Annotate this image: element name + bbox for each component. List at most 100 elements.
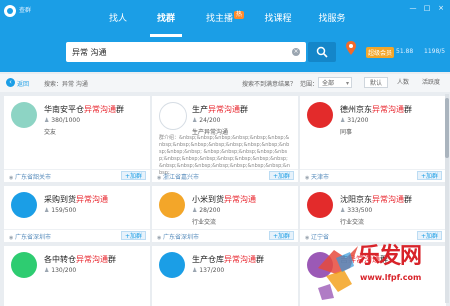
card-footer: 天津市 +加群 <box>300 169 446 182</box>
group-name[interactable]: 采购到货异常沟通 <box>44 194 108 205</box>
member-count: 159/500 <box>44 207 76 214</box>
join-group-button[interactable]: +加群 <box>268 231 294 240</box>
location-pin-icon <box>346 41 356 55</box>
group-name[interactable]: 德州京东异常沟通群 <box>340 104 412 115</box>
vip-badge: 超级会员 <box>366 47 395 58</box>
group-name-prefix: 采购到货 <box>44 195 76 204</box>
hot-badge: 热 <box>234 11 245 19</box>
group-location: 广东省深圳市 <box>157 232 199 241</box>
app-logo-icon <box>4 5 16 17</box>
card-footer: 浙江省嘉兴市 +加群 <box>152 169 298 182</box>
group-name-highlight: 异常沟通 <box>76 255 108 264</box>
group-location: 天津市 <box>305 172 329 181</box>
search-button[interactable] <box>308 42 336 62</box>
back-link[interactable]: 返回 <box>17 79 29 88</box>
member-count: 380/1000 <box>44 117 80 124</box>
group-location: 广东省韶关市 <box>9 172 51 181</box>
sort-members[interactable]: 人数 <box>392 77 414 88</box>
join-group-button[interactable]: +加群 <box>120 231 146 240</box>
group-name-highlight: 异常沟通 <box>372 105 404 114</box>
group-card[interactable]: 德州京东异常沟通群 31/200 同事天津市 +加群 <box>300 96 446 182</box>
search-icon <box>316 46 328 58</box>
tab-find-groups[interactable]: 找群 <box>148 9 184 29</box>
group-avatar <box>11 192 37 218</box>
group-name-highlight: 异常沟通 <box>372 195 404 204</box>
card-footer: 广东省深圳市 +加群 <box>152 229 298 242</box>
sort-default[interactable]: 默认 <box>364 77 388 88</box>
member-count: 28/200 <box>192 207 220 214</box>
tab-label: 找人 <box>108 14 127 24</box>
group-name-suffix: 群 <box>108 255 116 264</box>
back-arrow-icon[interactable]: ‹ <box>6 78 15 87</box>
join-group-button[interactable]: +加群 <box>416 171 442 180</box>
group-name-prefix: 各中转仓 <box>44 255 76 264</box>
group-name-highlight: 异常沟通 <box>84 105 116 114</box>
group-tag: 交友 <box>44 129 57 136</box>
tab-find-people[interactable]: 找人 <box>98 9 138 29</box>
group-name[interactable]: 华南安平仓异常沟通群 <box>44 104 124 115</box>
group-location: 浙江省嘉兴市 <box>157 172 199 181</box>
range-select[interactable]: 全部 ▾ <box>318 77 352 88</box>
group-name-suffix: 群 <box>404 195 412 204</box>
group-avatar <box>11 252 37 278</box>
join-group-button[interactable]: +加群 <box>268 171 294 180</box>
group-name-suffix: 群 <box>240 105 248 114</box>
group-card[interactable]: 生产异常沟通群24/200生产异常沟通群介绍：&nbsp;&nbsp;&nbsp… <box>152 96 298 182</box>
group-tag: 行业交流 <box>340 219 365 226</box>
group-name-prefix: 华南安平仓 <box>44 105 84 114</box>
group-card[interactable]: 生产仓库异常沟通群 137/200 <box>152 246 298 306</box>
group-location: 广东省深圳市 <box>9 232 51 241</box>
tab-label: 找主播 <box>205 14 233 24</box>
member-count: 137/200 <box>192 267 224 274</box>
member-count: 31/200 <box>340 117 368 124</box>
group-name-suffix: 群 <box>256 255 264 264</box>
minimize-button[interactable]: — <box>408 4 418 12</box>
group-card[interactable]: 小米到货异常沟通 28/200 行业交流广东省深圳市 +加群 <box>152 186 298 242</box>
range-label: 范围： <box>300 81 319 88</box>
user-nickname[interactable]: 51.88 <box>396 48 413 55</box>
maximize-button[interactable]: □ <box>422 4 432 12</box>
group-avatar <box>11 102 37 128</box>
join-group-button[interactable]: +加群 <box>120 171 146 180</box>
group-name-highlight: 异常沟通 <box>224 195 256 204</box>
app-title: 查群 <box>19 7 32 14</box>
group-name[interactable]: 小米到货异常沟通 <box>192 194 256 205</box>
group-name[interactable]: 沈阳京东异常沟通群 <box>340 194 412 205</box>
group-name[interactable]: 生产异常沟通群 <box>192 104 248 115</box>
group-name-highlight: 异常沟通 <box>224 255 256 264</box>
tab-label: 找课程 <box>264 14 292 24</box>
tab-label: 找服务 <box>318 14 346 24</box>
group-name[interactable]: 各中转仓异常沟通群 <box>44 254 116 265</box>
group-card[interactable]: 采购到货异常沟通159/500广东省深圳市+加群 <box>4 186 150 242</box>
tab-find-courses[interactable]: 找课程 <box>256 9 300 29</box>
close-button[interactable]: × <box>436 4 446 12</box>
group-avatar <box>307 192 333 218</box>
group-avatar <box>159 102 187 130</box>
group-card[interactable]: 华南安平仓异常沟通群 380/1000 交友广东省韶关市 +加群 <box>4 96 150 182</box>
group-card[interactable]: 各中转仓异常沟通群 130/200 <box>4 246 150 306</box>
group-avatar <box>307 102 333 128</box>
group-name-highlight: 异常沟通 <box>76 195 108 204</box>
card-footer: 广东省深圳市 +加群 <box>4 229 150 242</box>
tab-label: 找群 <box>156 14 175 24</box>
feedback-link[interactable]: 搜索不到满意结果？ <box>242 79 296 88</box>
group-name-suffix: 群 <box>116 105 124 114</box>
group-name-prefix: 生产 <box>192 105 208 114</box>
group-name[interactable]: 生产仓库异常沟通群 <box>192 254 264 265</box>
group-name-prefix: 沈阳京东 <box>340 195 372 204</box>
active-tab-indicator <box>150 34 182 37</box>
clear-search-icon[interactable]: × <box>292 48 300 56</box>
watermark-url: www.lfpf.com <box>360 273 422 282</box>
tab-find-streamers[interactable]: 找主播热 <box>200 9 250 29</box>
sort-activity[interactable]: 活跃度 <box>418 77 444 88</box>
user-id: 1198/5 <box>424 48 446 55</box>
tab-find-services[interactable]: 找服务 <box>310 9 354 29</box>
search-input[interactable] <box>66 42 306 62</box>
group-name-suffix: 群 <box>404 105 412 114</box>
group-name-highlight: 异常沟通 <box>208 105 240 114</box>
group-name-prefix: 小米到货 <box>192 195 224 204</box>
group-tag: 行业交流 <box>192 219 217 226</box>
scrollbar-thumb[interactable] <box>445 98 449 158</box>
watermark-text: 乐发网 <box>358 243 422 269</box>
group-tag: 同事 <box>340 129 353 136</box>
